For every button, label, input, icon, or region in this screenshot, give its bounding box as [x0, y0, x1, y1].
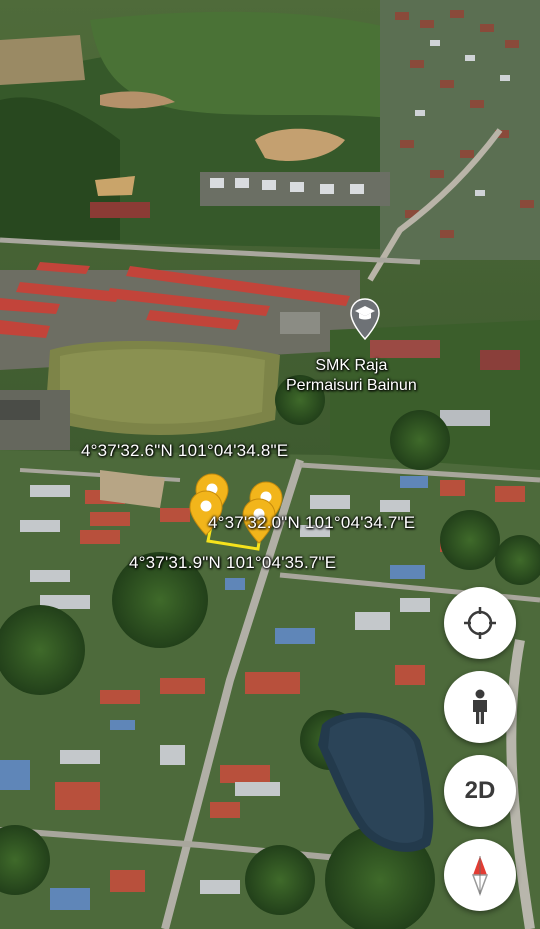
person-icon [473, 689, 487, 724]
compass-button[interactable] [444, 839, 516, 911]
graduation-cap-icon [350, 298, 380, 341]
my-location-button[interactable] [444, 587, 516, 659]
view-mode-2d-button[interactable]: 2D [444, 755, 516, 827]
satellite-map[interactable]: SMK Raja Permaisuri Bainun 4°37'32.6"N 1… [0, 0, 540, 929]
compass-icon [471, 856, 489, 896]
poi-name-line2: Permaisuri Bainun [286, 377, 417, 394]
street-view-button[interactable] [444, 671, 516, 743]
coordinate-label-1: 4°37'32.6"N 101°04'34.8"E [81, 441, 289, 460]
poi-school-marker[interactable] [349, 297, 381, 341]
poi-name-line1: SMK Raja [315, 357, 388, 374]
view-mode-label: 2D [464, 777, 496, 804]
coordinate-label-3: 4°37'31.9"N 101°04'35.7"E [129, 553, 337, 572]
coordinate-label-2: 4°37'32.0"N 101°04'34.7"E [208, 513, 416, 532]
crosshair-icon [464, 607, 496, 639]
poi-school-label[interactable]: SMK Raja Permaisuri Bainun [286, 356, 417, 396]
